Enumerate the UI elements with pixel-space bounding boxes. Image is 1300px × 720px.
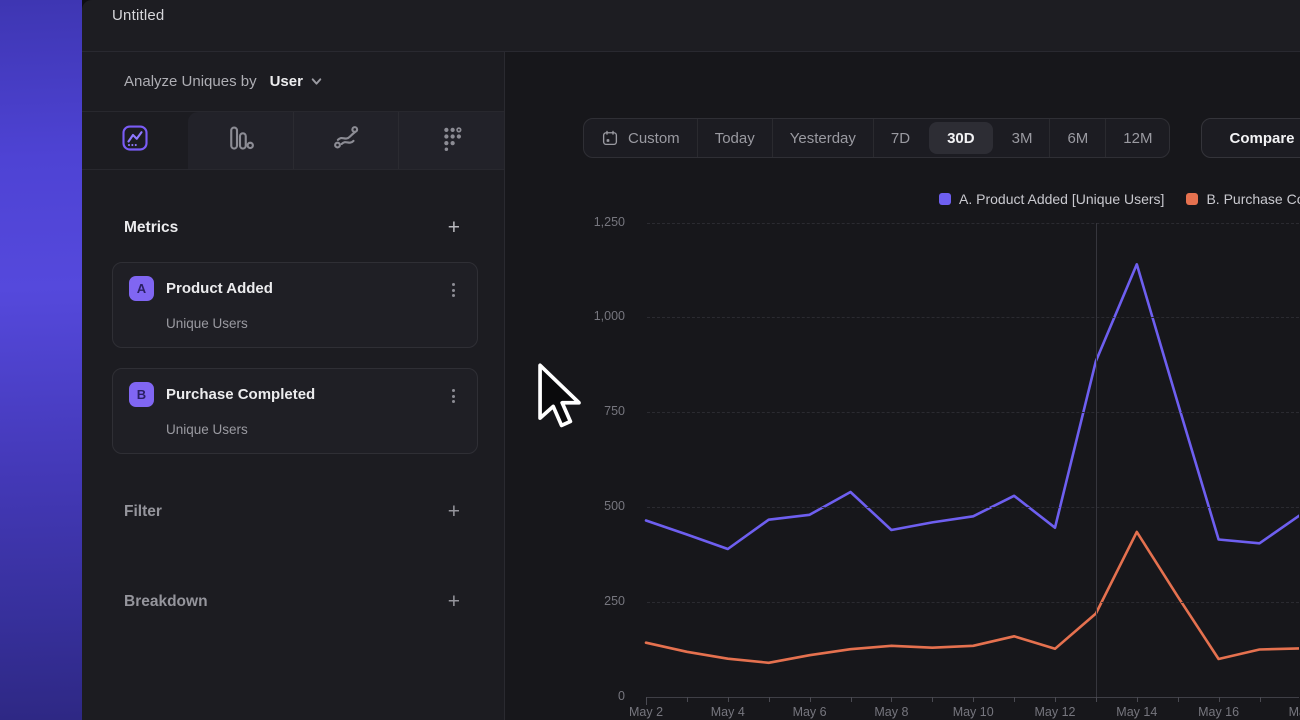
- breakdown-section-header: Breakdown +: [124, 591, 460, 613]
- x-axis-tick: [1260, 697, 1261, 702]
- retention-grid-icon: [437, 123, 467, 158]
- y-axis-label: 1,000: [561, 309, 625, 323]
- x-axis-label: May 4: [711, 705, 745, 719]
- gridline-y-1250: [647, 223, 1299, 224]
- x-axis-tick: [1055, 697, 1056, 702]
- tab-line-chart[interactable]: [82, 112, 188, 169]
- y-axis-label: 500: [561, 499, 625, 513]
- x-axis-tick: [646, 697, 647, 705]
- metric-card-purchase-completed[interactable]: B Purchase Completed Unique Users: [112, 368, 478, 454]
- x-axis-tick: [769, 697, 770, 702]
- decorative-gradient-strip: [0, 0, 82, 720]
- filter-section-header: Filter +: [124, 501, 460, 523]
- x-axis-tick: [851, 697, 852, 702]
- report-title[interactable]: Untitled: [112, 7, 164, 24]
- line-chart-icon: [120, 123, 150, 158]
- screenshot-stage: Untitled Analyze Uniques by User: [0, 0, 1300, 720]
- y-axis-label: 1,250: [561, 215, 625, 229]
- tab-retention[interactable]: [398, 112, 504, 169]
- top-bar: Untitled: [82, 0, 1300, 52]
- x-axis-label: May 2: [629, 705, 663, 719]
- metric-card-product-added[interactable]: A Product Added Unique Users: [112, 262, 478, 348]
- x-axis-tick: [1137, 697, 1138, 702]
- x-axis-label: May 16: [1198, 705, 1239, 719]
- x-axis-tick: [973, 697, 974, 702]
- metric-name: Purchase Completed: [166, 386, 315, 403]
- x-axis-label: May 12: [1035, 705, 1076, 719]
- add-breakdown-button[interactable]: +: [448, 592, 460, 612]
- x-axis-label: May 8: [874, 705, 908, 719]
- x-axis-tick: [1014, 697, 1015, 702]
- x-axis-label: May 6: [793, 705, 827, 719]
- metrics-heading: Metrics: [124, 219, 178, 237]
- chart-panel: Custom Today Yesterday 7D 30D 3M 6M 12M …: [505, 52, 1300, 720]
- metric-badge-a: A: [129, 276, 154, 301]
- filter-heading: Filter: [124, 503, 162, 521]
- analyze-by-dropdown[interactable]: User: [270, 73, 323, 90]
- analyze-label: Analyze Uniques by: [124, 73, 257, 90]
- kebab-menu-icon[interactable]: [445, 386, 461, 406]
- x-axis-tick: [687, 697, 688, 702]
- chevron-down-icon: [310, 75, 323, 88]
- chart-type-tab-group: [188, 112, 504, 169]
- x-axis-tick: [1178, 697, 1179, 702]
- add-metric-button[interactable]: +: [448, 218, 460, 238]
- x-axis-label: May 10: [953, 705, 994, 719]
- x-axis-tick: [810, 697, 811, 702]
- gridline-y-500: [647, 507, 1299, 508]
- chart-type-tabs: [82, 112, 504, 170]
- x-axis-tick: [932, 697, 933, 702]
- metric-measure: Unique Users: [166, 316, 248, 331]
- x-axis-label: May 14: [1116, 705, 1157, 719]
- y-axis-label: 250: [561, 594, 625, 608]
- bar-chart-icon: [225, 123, 255, 158]
- x-axis-label: May 18: [1289, 705, 1300, 720]
- series-line-b[interactable]: [646, 532, 1299, 663]
- gridline-y-750: [647, 412, 1299, 413]
- query-builder-panel: Analyze Uniques by User: [82, 52, 505, 720]
- add-filter-button[interactable]: +: [448, 502, 460, 522]
- analyze-header: Analyze Uniques by User: [82, 52, 504, 112]
- tab-bar-chart[interactable]: [188, 112, 293, 169]
- metric-badge-b: B: [129, 382, 154, 407]
- gridline-y-250: [647, 602, 1299, 603]
- vertical-gridline: [1096, 223, 1097, 698]
- x-axis-tick: [1219, 697, 1220, 702]
- metrics-section-header: Metrics +: [124, 217, 460, 239]
- x-axis-tick: [1096, 697, 1097, 702]
- flows-icon: [331, 123, 361, 158]
- y-axis-label: 750: [561, 404, 625, 418]
- chart-lines-svg: [505, 52, 1299, 720]
- breakdown-heading: Breakdown: [124, 593, 208, 611]
- line-chart-plot: 0 250 500 750 1,000 1,250 May 2 May 4 May 6 May 8…: [505, 52, 1299, 720]
- metric-measure: Unique Users: [166, 422, 248, 437]
- metric-name: Product Added: [166, 280, 273, 297]
- tab-flows[interactable]: [293, 112, 399, 169]
- y-axis-label: 0: [561, 689, 625, 703]
- analyze-by-value: User: [270, 73, 303, 90]
- x-axis-tick: [728, 697, 729, 702]
- x-axis-tick: [891, 697, 892, 702]
- app-window: Untitled Analyze Uniques by User: [82, 0, 1300, 720]
- kebab-menu-icon[interactable]: [445, 280, 461, 300]
- gridline-y-1000: [647, 317, 1299, 318]
